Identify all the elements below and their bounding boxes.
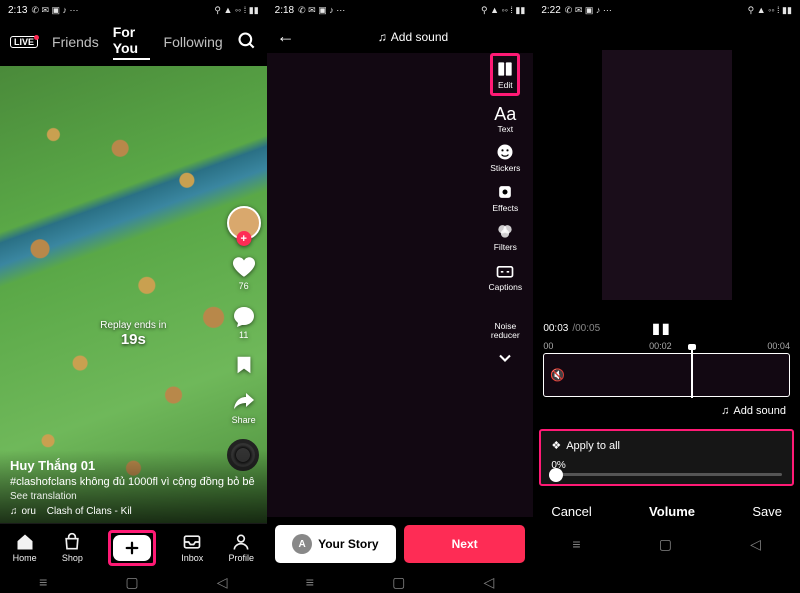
home-sys[interactable]: ▢: [125, 574, 138, 591]
story-avatar: A: [292, 534, 312, 554]
volume-icon: 🔇: [550, 368, 565, 382]
volume-slider[interactable]: [551, 473, 782, 476]
recent-apps[interactable]: ≡: [572, 536, 580, 552]
music-icon: ♫: [721, 405, 729, 417]
recent-apps[interactable]: ≡: [306, 574, 314, 590]
bottom-nav: Home Shop Inbox Profile: [0, 523, 267, 571]
back-sys[interactable]: ◁: [483, 574, 494, 591]
share-button[interactable]: Share: [232, 390, 256, 425]
volume-actions: Cancel Volume Save: [533, 490, 800, 533]
replay-badge: Replay ends in19s: [100, 320, 166, 348]
tool-effects[interactable]: Effects: [492, 182, 518, 213]
nav-shop[interactable]: Shop: [62, 532, 83, 563]
home-sys[interactable]: ▢: [392, 574, 405, 591]
slider-thumb[interactable]: [549, 468, 563, 482]
system-nav: ≡ ▢ ◁: [0, 571, 267, 593]
system-nav: ≡ ▢ ◁: [533, 533, 800, 555]
tab-following[interactable]: Following: [164, 34, 223, 50]
status-icons-right: ⚲ ▲ ◦◦ ⁞ ▮▮: [748, 5, 792, 16]
status-icons-left: ✆ ✉ ▣ ♪ ⋯: [298, 5, 345, 16]
tool-filters[interactable]: Filters: [494, 221, 517, 252]
action-rail: 76 11 Share: [227, 206, 261, 425]
timeline-clip[interactable]: 🔇: [543, 353, 790, 397]
add-sound-button[interactable]: ♫Add sound: [378, 30, 448, 44]
apply-to-all-toggle[interactable]: ❖Apply to all: [551, 439, 782, 452]
status-bar: 2:18 ✆ ✉ ▣ ♪ ⋯ ⚲ ▲ ◦◦ ⁞ ▮▮: [267, 0, 534, 20]
video-feed[interactable]: 76 11 Share Replay ends in19s Huy Thắng …: [0, 66, 267, 523]
music-icon: ♫: [378, 30, 387, 44]
time-total: /00:05: [572, 323, 600, 334]
caption: #clashofclans không đủ 1000fl vì cộng đồ…: [10, 475, 257, 489]
status-bar: 2:13 ✆ ✉ ▣ ♪ ⋯ ⚲ ▲ ◦◦ ⁞ ▮▮: [0, 0, 267, 20]
your-story-button[interactable]: AYour Story: [275, 525, 396, 563]
like-count: 76: [239, 281, 249, 291]
edit-bottom-bar: AYour Story Next: [267, 517, 534, 571]
status-icons-left: ✆ ✉ ▣ ♪ ⋯: [565, 5, 612, 16]
tab-friends[interactable]: Friends: [52, 34, 99, 50]
tool-noise-reducer[interactable]: Noise reducer: [483, 300, 527, 339]
nav-profile[interactable]: Profile: [228, 532, 254, 563]
video-frame[interactable]: [602, 50, 732, 300]
top-nav: LIVE Friends For You Following: [0, 20, 267, 66]
status-icons-right: ⚲ ▲ ◦◦ ⁞ ▮▮: [481, 5, 525, 16]
screen-edit: 2:18 ✆ ✉ ▣ ♪ ⋯ ⚲ ▲ ◦◦ ⁞ ▮▮ ← ♫Add sound E…: [267, 0, 534, 593]
status-icons-right: ⚲ ▲ ◦◦ ⁞ ▮▮: [214, 5, 258, 16]
screen-volume: 2:22 ✆ ✉ ▣ ♪ ⋯ ⚲ ▲ ◦◦ ⁞ ▮▮ 00:03/00:05 ▮▮…: [533, 0, 800, 593]
tool-edit[interactable]: Edit: [495, 59, 515, 90]
tool-text[interactable]: AaText: [494, 105, 516, 134]
home-sys[interactable]: ▢: [659, 536, 672, 553]
highlight-volume-panel: ❖Apply to all 0%: [539, 429, 794, 486]
search-icon[interactable]: [237, 31, 257, 54]
screen-feed: 2:13 ✆ ✉ ▣ ♪ ⋯ ⚲ ▲ ◦◦ ⁞ ▮▮ LIVE Friends F…: [0, 0, 267, 593]
layers-icon: ❖: [551, 439, 561, 452]
create-button[interactable]: [113, 535, 151, 561]
pause-button[interactable]: ▮▮: [652, 320, 671, 337]
nav-inbox[interactable]: Inbox: [181, 532, 203, 563]
volume-percent: 0%: [551, 460, 782, 471]
video-meta: Huy Thắng 01 #clashofclans không đủ 1000…: [0, 450, 267, 523]
playback-time: 00:03/00:05 ▮▮: [533, 320, 800, 337]
tool-stickers[interactable]: Stickers: [490, 142, 520, 173]
nav-home[interactable]: Home: [13, 532, 37, 563]
music-icon: ♫: [10, 506, 18, 517]
like-button[interactable]: 76: [231, 254, 257, 291]
edit-top-bar: ← ♫Add sound: [267, 20, 534, 53]
clock: 2:22: [541, 5, 560, 16]
back-sys[interactable]: ◁: [750, 536, 761, 553]
see-translation-link[interactable]: See translation: [10, 491, 257, 502]
cancel-button[interactable]: Cancel: [551, 504, 591, 519]
comment-count: 11: [239, 330, 248, 340]
time-current: 00:03: [543, 323, 568, 334]
edit-canvas[interactable]: Edit AaText Stickers Effects Filters Cap…: [267, 53, 534, 517]
share-label: Share: [232, 415, 256, 425]
next-button[interactable]: Next: [404, 525, 525, 563]
bookmark-button[interactable]: [233, 354, 255, 376]
video-preview: [533, 20, 800, 320]
recent-apps[interactable]: ≡: [39, 574, 47, 590]
author-name[interactable]: Huy Thắng 01: [10, 458, 257, 473]
back-button[interactable]: ←: [277, 26, 295, 47]
comment-button[interactable]: 11: [232, 305, 256, 340]
highlight-edit-tool: Edit: [490, 53, 520, 96]
status-icons-left: ✆ ✉ ▣ ♪ ⋯: [31, 5, 78, 16]
highlight-create: [108, 530, 156, 566]
playhead[interactable]: [691, 348, 693, 398]
music-row[interactable]: ♫oru Clash of Clans - Kil: [10, 506, 257, 517]
live-button[interactable]: LIVE: [10, 36, 38, 48]
save-button[interactable]: Save: [752, 504, 782, 519]
system-nav: ≡ ▢ ◁: [267, 571, 534, 593]
status-bar: 2:22 ✆ ✉ ▣ ♪ ⋯ ⚲ ▲ ◦◦ ⁞ ▮▮: [533, 0, 800, 20]
panel-title: Volume: [649, 504, 695, 519]
clock: 2:13: [8, 5, 27, 16]
edit-tool-rail: Edit AaText Stickers Effects Filters Cap…: [483, 53, 527, 368]
timeline: 0000:0200:04 🔇: [533, 337, 800, 397]
tool-captions[interactable]: Captions: [489, 261, 523, 292]
add-sound-button[interactable]: ♫Add sound: [533, 397, 800, 425]
back-sys[interactable]: ◁: [217, 574, 228, 591]
clock: 2:18: [275, 5, 294, 16]
tab-for-you[interactable]: For You: [113, 24, 150, 60]
author-avatar[interactable]: [227, 206, 261, 240]
tool-expand[interactable]: [495, 348, 515, 368]
